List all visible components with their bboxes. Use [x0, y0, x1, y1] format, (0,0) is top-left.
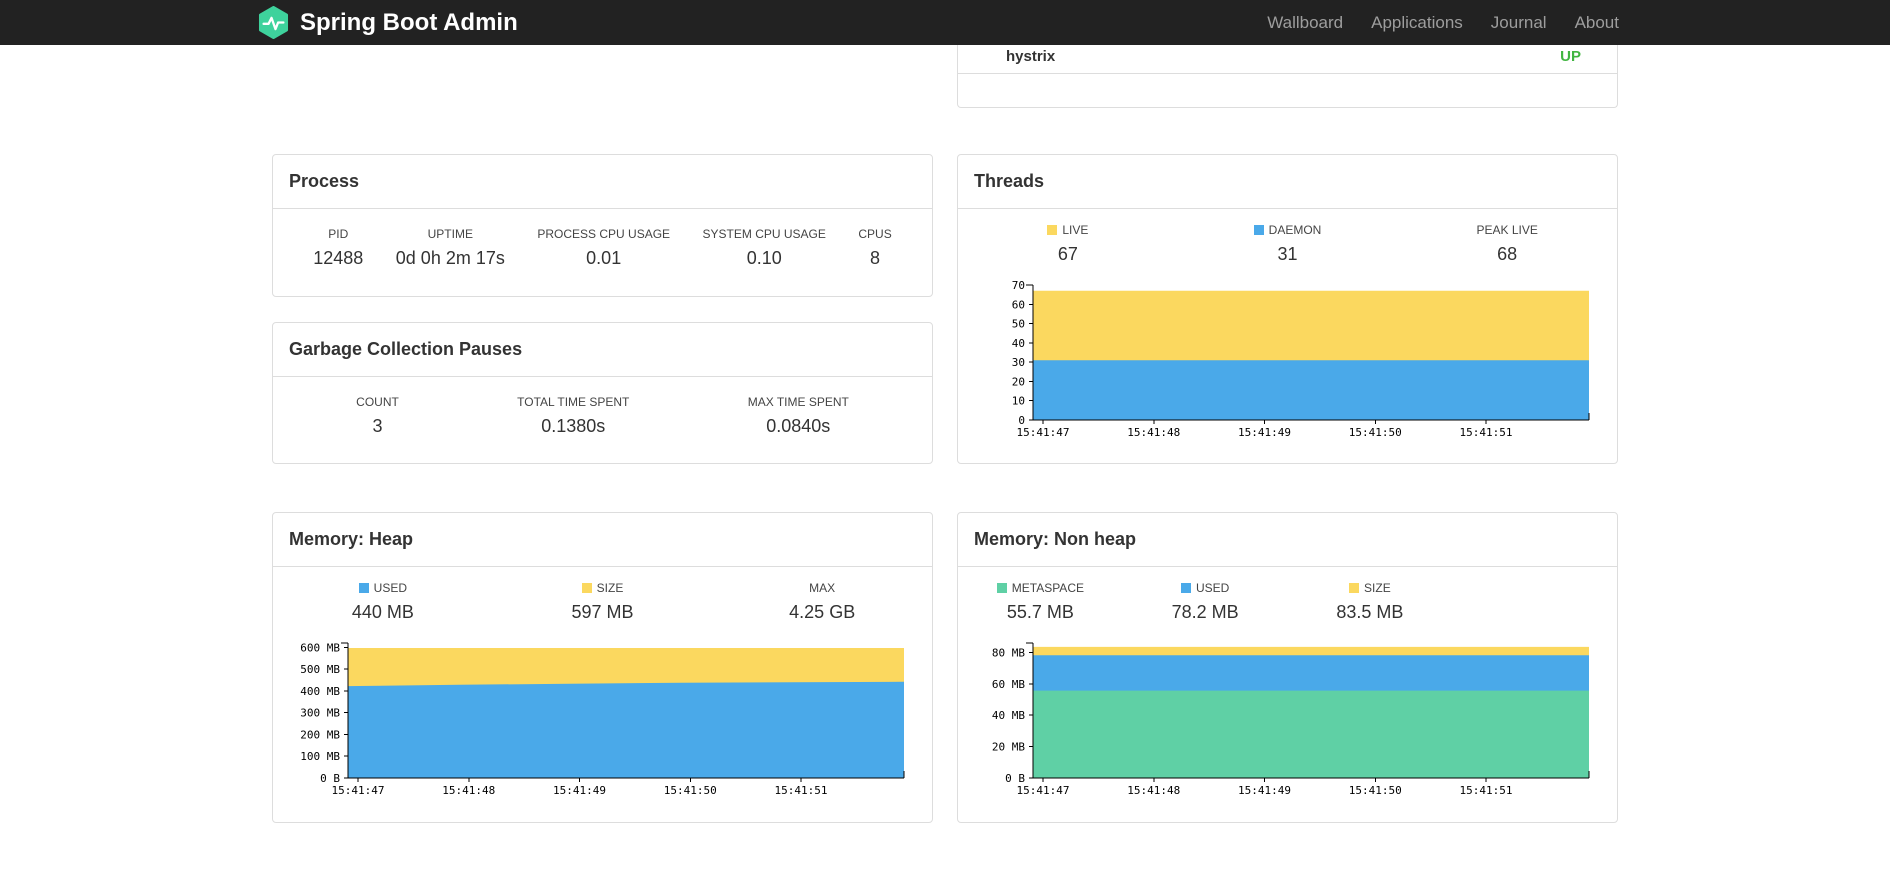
status-badge: UP: [1560, 48, 1581, 65]
threads-card-title: Threads: [958, 155, 1617, 209]
svg-text:300 MB: 300 MB: [300, 707, 340, 720]
svg-text:15:41:50: 15:41:50: [1349, 784, 1402, 797]
svg-text:30: 30: [1012, 356, 1025, 369]
svg-text:15:41:49: 15:41:49: [553, 784, 606, 797]
legend-peak-live: PEAK LIVE 68: [1476, 223, 1538, 264]
svg-text:10: 10: [1012, 395, 1025, 408]
live-swatch: [1047, 225, 1058, 235]
legend-metaspace: METASPACE 55.7 MB: [958, 581, 1123, 623]
memory-nonheap-chart: 0 B20 MB40 MB60 MB80 MB15:41:47 15:41:48 1…: [992, 642, 1590, 797]
svg-text:15:41:47: 15:41:47: [332, 784, 385, 797]
threads-chart: 01020304050607015:41:47 15:41:48 15:41:49 1…: [1012, 279, 1590, 439]
legend-heap-max: MAX 4.25 GB: [789, 581, 856, 622]
metric-pid: PID 12488: [313, 227, 364, 268]
nonheap-size-swatch: [1349, 583, 1360, 593]
svg-text:50: 50: [1012, 318, 1025, 331]
metric-system-cpu: SYSTEM CPU USAGE 0.10: [702, 227, 826, 268]
spring-boot-admin-logo-icon: [258, 6, 289, 39]
svg-text:40 MB: 40 MB: [992, 709, 1025, 722]
nav-links: Wallboard Applications Journal About: [1253, 0, 1633, 45]
metric-uptime: UPTIME 0d 0h 2m 17s: [395, 227, 505, 268]
svg-text:60 MB: 60 MB: [992, 678, 1025, 691]
memory-heap-card: Memory: Heap USED 440 MB SIZE 597 MB MAX…: [272, 512, 933, 823]
navbar: Spring Boot Admin Wallboard Applications…: [0, 0, 1890, 45]
threads-legend: LIVE 67 DAEMON 31 PEAK LIVE 68: [958, 209, 1617, 265]
metric-gc-max-time: MAX TIME SPENT 0.0840s: [747, 395, 849, 436]
svg-text:15:41:49: 15:41:49: [1238, 784, 1291, 797]
svg-text:70: 70: [1012, 279, 1025, 292]
legend-heap-size: SIZE 597 MB: [571, 581, 634, 622]
svg-text:15:41:51: 15:41:51: [775, 784, 828, 797]
legend-nonheap-max: [1452, 581, 1617, 623]
process-card: Process PID 12488 UPTIME 0d 0h 2m 17s PR…: [272, 154, 933, 297]
heap-size-swatch: [581, 583, 592, 593]
daemon-swatch: [1253, 225, 1264, 235]
svg-text:80 MB: 80 MB: [992, 646, 1025, 659]
svg-text:500 MB: 500 MB: [300, 663, 340, 676]
main-content: Process PID 12488 UPTIME 0d 0h 2m 17s PR…: [272, 45, 1618, 823]
svg-text:15:41:49: 15:41:49: [1238, 426, 1291, 439]
application-status-card: hystrix UP: [957, 45, 1618, 108]
metaspace-swatch: [996, 583, 1007, 593]
memory-heap-chart: 0 B100 MB200 MB300 MB400 MB500 MB600 MB1…: [300, 641, 905, 797]
nav-link-applications[interactable]: Applications: [1357, 13, 1477, 33]
heap-used-swatch: [358, 583, 369, 593]
svg-text:60: 60: [1012, 298, 1025, 311]
svg-text:400 MB: 400 MB: [300, 685, 340, 698]
gc-card-title: Garbage Collection Pauses: [273, 323, 932, 377]
svg-text:15:41:50: 15:41:50: [1349, 426, 1402, 439]
svg-text:15:41:47: 15:41:47: [1017, 784, 1070, 797]
metric-gc-total-time: TOTAL TIME SPENT 0.1380s: [517, 395, 630, 436]
brand[interactable]: Spring Boot Admin: [257, 6, 518, 39]
gc-metrics: COUNT 3 TOTAL TIME SPENT 0.1380s MAX TIM…: [273, 377, 932, 437]
heap-legend: USED 440 MB SIZE 597 MB MAX 4.25 GB: [273, 567, 932, 623]
right-column: hystrix UP Threads LIVE 67 DAEMON 31 PEA…: [957, 45, 1618, 823]
svg-text:15:41:51: 15:41:51: [1460, 784, 1513, 797]
svg-text:15:41:51: 15:41:51: [1460, 426, 1513, 439]
gc-card: Garbage Collection Pauses COUNT 3 TOTAL …: [272, 322, 933, 464]
nonheap-legend: METASPACE 55.7 MB USED 78.2 MB SIZE 83.5…: [958, 567, 1617, 623]
memory-nonheap-card-title: Memory: Non heap: [958, 513, 1617, 567]
legend-daemon: DAEMON 31: [1178, 223, 1398, 265]
svg-text:20 MB: 20 MB: [992, 741, 1025, 754]
memory-nonheap-card: Memory: Non heap METASPACE 55.7 MB USED …: [957, 512, 1618, 823]
status-row-hystrix[interactable]: hystrix UP: [958, 45, 1617, 74]
service-name: hystrix: [1006, 48, 1056, 65]
svg-text:15:41:50: 15:41:50: [664, 784, 717, 797]
process-card-title: Process: [273, 155, 932, 209]
svg-text:15:41:47: 15:41:47: [1017, 426, 1070, 439]
svg-text:600 MB: 600 MB: [300, 641, 340, 654]
metric-gc-count: COUNT 3: [356, 395, 399, 436]
svg-text:100 MB: 100 MB: [300, 750, 340, 763]
legend-nonheap-used: USED 78.2 MB: [1171, 581, 1239, 622]
metric-process-cpu: PROCESS CPU USAGE 0.01: [537, 227, 671, 268]
nav-link-about[interactable]: About: [1561, 13, 1633, 33]
svg-text:15:41:48: 15:41:48: [1127, 426, 1180, 439]
memory-heap-card-title: Memory: Heap: [273, 513, 932, 567]
svg-text:15:41:48: 15:41:48: [442, 784, 495, 797]
legend-nonheap-size: SIZE 83.5 MB: [1336, 581, 1404, 622]
svg-text:40: 40: [1012, 337, 1025, 350]
nav-link-wallboard[interactable]: Wallboard: [1253, 13, 1357, 33]
legend-heap-used: USED 440 MB: [351, 581, 414, 622]
metric-cpus: CPUS 8: [858, 227, 892, 268]
legend-live: LIVE 67: [958, 223, 1178, 265]
svg-text:15:41:48: 15:41:48: [1127, 784, 1180, 797]
svg-text:20: 20: [1012, 375, 1025, 388]
nonheap-used-swatch: [1180, 583, 1191, 593]
nav-link-journal[interactable]: Journal: [1477, 13, 1561, 33]
svg-text:200 MB: 200 MB: [300, 728, 340, 741]
brand-title: Spring Boot Admin: [300, 8, 518, 36]
threads-card: Threads LIVE 67 DAEMON 31 PEAK LIVE 68 0…: [957, 154, 1618, 464]
process-metrics: PID 12488 UPTIME 0d 0h 2m 17s PROCESS CP…: [273, 209, 932, 269]
left-column: Process PID 12488 UPTIME 0d 0h 2m 17s PR…: [272, 154, 933, 823]
